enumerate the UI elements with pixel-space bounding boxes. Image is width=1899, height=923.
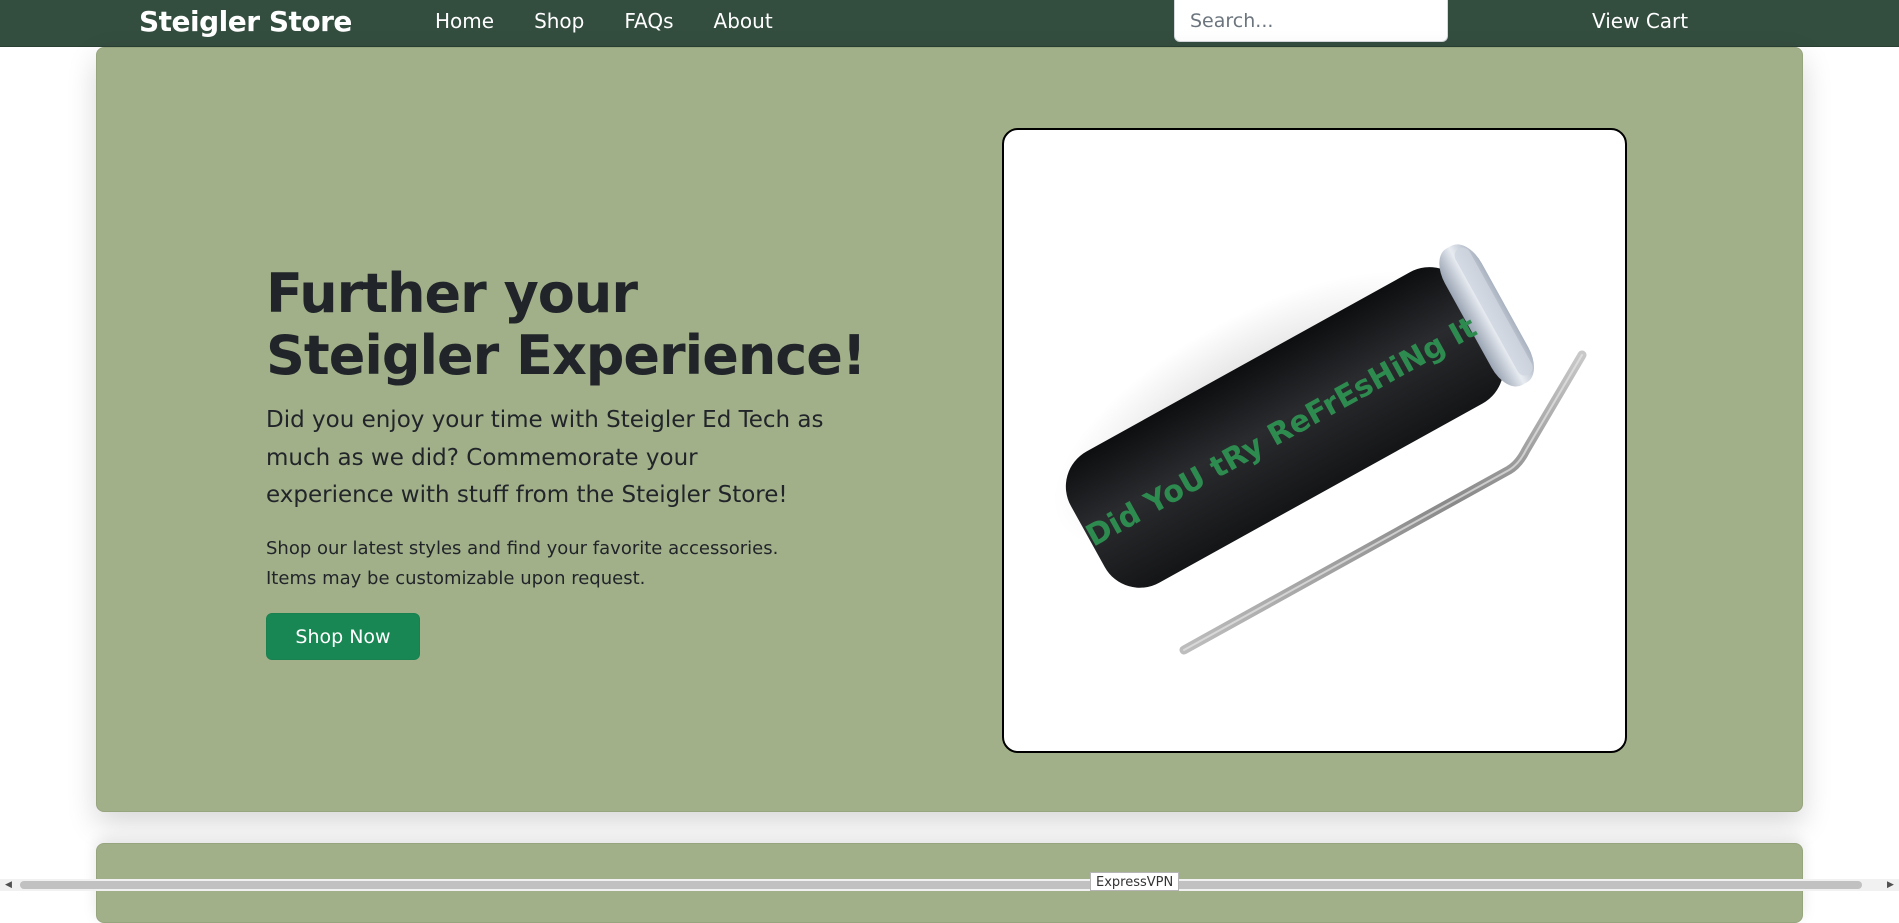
brand-logo-link[interactable]: Steigler Store xyxy=(139,2,352,42)
view-cart-link[interactable]: View Cart xyxy=(1592,0,1688,42)
hero-title: Further your Steigler Experience! xyxy=(266,262,867,387)
hero-lead-text: Did you enjoy your time with Steigler Ed… xyxy=(266,407,824,508)
scroll-left-arrow-icon[interactable]: ◀ xyxy=(0,879,17,891)
top-navbar: Steigler Store Home Shop FAQs About View… xyxy=(0,0,1899,47)
search-input[interactable] xyxy=(1174,0,1448,42)
shop-now-button[interactable]: Shop Now xyxy=(266,613,420,660)
tumbler-and-straw-image: Did YoU tRy ReFrEsHiNg It xyxy=(1052,244,1587,655)
nav-link-faqs[interactable]: FAQs xyxy=(604,0,693,42)
nav-link-shop[interactable]: Shop xyxy=(514,0,604,42)
nav-link-about[interactable]: About xyxy=(694,0,793,42)
horizontal-scrollbar[interactable]: ◀ ▶ xyxy=(0,879,1899,891)
nav-link-home[interactable]: Home xyxy=(435,0,514,42)
scrollbar-thumb[interactable] xyxy=(20,881,1862,889)
hero-description: Shop our latest styles and find your fav… xyxy=(266,538,779,589)
expressvpn-tooltip: ExpressVPN xyxy=(1090,872,1180,891)
scroll-right-arrow-icon[interactable]: ▶ xyxy=(1882,879,1899,891)
hero-card: Further your Steigler Experience! Did yo… xyxy=(96,47,1803,812)
product-image: Did YoU tRy ReFrEsHiNg It xyxy=(1002,128,1627,753)
nav-links: Home Shop FAQs About xyxy=(435,0,793,42)
